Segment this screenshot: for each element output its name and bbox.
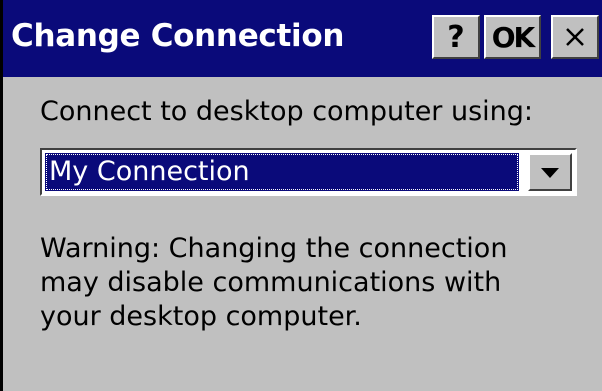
- help-button[interactable]: ?: [432, 15, 480, 59]
- window-title: Change Connection: [11, 18, 345, 54]
- warning-line: your desktop computer.: [40, 301, 362, 332]
- close-icon: [564, 26, 586, 48]
- warning-line: Warning: Changing the connection: [40, 233, 508, 264]
- connection-select-value[interactable]: My Connection: [45, 153, 519, 191]
- chevron-down-icon: [541, 163, 559, 182]
- help-button-label: ?: [447, 19, 465, 55]
- close-button[interactable]: [551, 15, 599, 59]
- title-bar: Change Connection ? OK: [3, 0, 602, 77]
- dropdown-button[interactable]: [528, 153, 572, 191]
- warning-text: Warning: Changing the connection may dis…: [40, 232, 580, 334]
- change-connection-dialog: Change Connection ? OK Connect to deskto…: [0, 0, 602, 391]
- connection-select[interactable]: My Connection: [40, 148, 577, 196]
- warning-line: may disable communications with: [40, 267, 502, 298]
- connection-prompt-label: Connect to desktop computer using:: [40, 96, 534, 127]
- ok-button-label: OK: [491, 20, 535, 54]
- ok-button[interactable]: OK: [484, 15, 541, 59]
